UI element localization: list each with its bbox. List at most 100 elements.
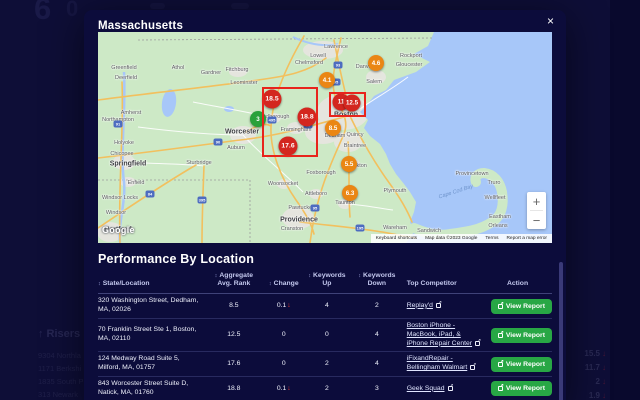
- cell-action: View Report: [486, 327, 552, 343]
- view-report-button[interactable]: View Report: [490, 327, 552, 343]
- view-report-label: View Report: [505, 385, 545, 393]
- column-label: State/Location: [102, 280, 150, 288]
- column-header[interactable]: ↕ State/Location: [98, 280, 207, 288]
- zoom-out-button[interactable]: −: [527, 211, 546, 229]
- route-shield-icon: 93: [333, 61, 343, 69]
- map-marker[interactable]: 4.1: [319, 72, 335, 88]
- map-town-label: Wareham: [383, 225, 407, 231]
- column-header[interactable]: ↕ Keywords Up: [307, 272, 350, 288]
- sort-icon[interactable]: ↕: [308, 273, 311, 279]
- map-town-label: Attleboro: [304, 191, 328, 197]
- map-marker[interactable]: 6.3: [342, 185, 358, 201]
- view-report-label: View Report: [505, 302, 545, 310]
- view-report-button[interactable]: View Report: [490, 356, 552, 372]
- sort-icon[interactable]: ↕: [269, 281, 272, 287]
- map-town-label: Eastham: [489, 214, 511, 220]
- external-link-icon: [497, 359, 504, 367]
- competitor-link[interactable]: Geek Squad: [407, 385, 445, 392]
- zoom-in-button[interactable]: +: [527, 192, 546, 210]
- cell-keywords-up: 2: [325, 359, 329, 367]
- table-row: 320 Washington Street, Dedham, MA, 02026…: [98, 294, 552, 319]
- close-icon[interactable]: ×: [547, 14, 554, 28]
- cell-change: 0.1↓: [264, 302, 307, 311]
- external-link-icon: [470, 362, 476, 371]
- change-down-arrow-icon: ↓: [287, 384, 291, 392]
- terms-link[interactable]: Terms: [485, 236, 498, 241]
- cell-keywords-down: 2: [374, 301, 379, 309]
- column-header[interactable]: ↕ Change: [264, 280, 307, 288]
- view-report-button[interactable]: View Report: [490, 381, 552, 397]
- sort-icon[interactable]: ↕: [98, 281, 101, 287]
- cell-location: 70 Franklin Street Ste 1, Boston, MA, 02…: [98, 326, 197, 343]
- cell-keywords-down: 3: [374, 384, 379, 392]
- sort-icon[interactable]: ↕: [215, 273, 218, 279]
- column-label: Keywords Down: [362, 272, 396, 288]
- route-shield-icon: 91: [113, 120, 123, 128]
- change-value: 0: [281, 359, 286, 367]
- cell-keywords-up: 0: [325, 330, 329, 338]
- map-town-label: Cranston: [280, 226, 304, 232]
- cell-action: View Report: [486, 298, 552, 314]
- keyboard-shortcuts-link[interactable]: Keyboard shortcuts: [376, 236, 417, 241]
- competitor-link[interactable]: iFixandRepair - Bellingham Walmart: [407, 355, 468, 371]
- map-town-label: Chelmsford: [294, 60, 324, 66]
- map-town-label: Woonsocket: [267, 181, 299, 187]
- map-town-label: Lowell: [310, 53, 326, 59]
- cluster-rect: [262, 87, 318, 157]
- table-row: 124 Medway Road Suite 5, Milford, MA, 01…: [98, 352, 552, 378]
- report-map-error-link[interactable]: Report a map error: [506, 236, 547, 241]
- cell-location: 320 Washington Street, Dedham, MA, 02026: [98, 297, 199, 314]
- modal-scrollbar[interactable]: [559, 262, 563, 400]
- map-town-label: Enfield: [127, 180, 145, 186]
- map-town-label: Quincy: [346, 132, 364, 138]
- column-label: Action: [506, 280, 529, 288]
- cell-top-competitor: iFixandRepair - Bellingham Walmart: [407, 355, 486, 373]
- external-link-icon: [497, 383, 504, 392]
- map-town-label: Lawrence: [324, 44, 348, 50]
- cell-location: 843 Worcester Street Suite D, Natick, MA…: [98, 380, 189, 396]
- change-value: 0: [281, 330, 286, 338]
- route-shield-icon: 395: [197, 196, 207, 204]
- cell-location: 124 Medway Road Suite 5, Milford, MA, 01…: [98, 355, 180, 372]
- cell-change: 0.1↓: [264, 385, 307, 394]
- map-town-label: Wellfleet: [484, 195, 506, 201]
- column-label: Aggregate Avg. Rank: [217, 272, 254, 288]
- cluster-rect: [329, 92, 366, 117]
- map-town-label: Chicopee: [110, 151, 134, 157]
- cell-top-competitor: Geek Squad: [407, 383, 486, 394]
- map[interactable]: Lowell Lawrence Chelmsford Fitchburg Gardner…: [98, 32, 552, 243]
- map-data-credit: Map data ©2023 Google: [425, 236, 478, 241]
- table-row: 843 Worcester Street Suite D, Natick, MA…: [98, 377, 552, 400]
- map-marker[interactable]: 4.6: [368, 55, 384, 71]
- modal-header: Massachusetts ×: [84, 10, 566, 32]
- column-header[interactable]: ↕ Keywords Down: [350, 272, 407, 288]
- map-town-label: Fitchburg: [225, 67, 249, 73]
- map-zoom-control: + −: [527, 192, 546, 229]
- map-town-label: Athol: [171, 65, 185, 71]
- competitor-link[interactable]: Replay'd: [407, 302, 433, 309]
- map-town-label: Plymouth: [383, 188, 407, 194]
- competitor-link[interactable]: Boston iPhone - MacBook, iPad, & iPhone …: [407, 322, 472, 347]
- route-shield-icon: 195: [355, 224, 365, 232]
- table-body: 320 Washington Street, Dedham, MA, 02026…: [98, 294, 552, 400]
- cell-change: 0: [264, 360, 307, 369]
- map-town-label: Worcester: [224, 128, 260, 136]
- column-header[interactable]: ↕ Aggregate Avg. Rank: [207, 272, 264, 288]
- map-town-label: Foxborough: [306, 170, 336, 176]
- cell-keywords-down: 4: [374, 359, 379, 367]
- cell-aggregate-rank: 12.5: [227, 330, 241, 338]
- view-report-button[interactable]: View Report: [490, 298, 552, 314]
- map-town-label: Deerfield: [114, 75, 138, 81]
- map-marker[interactable]: 8.5: [325, 120, 341, 136]
- external-link-icon: [447, 383, 453, 391]
- table-header: ↕ State/Location ↕ Aggregate Avg. Rank ↕ Chan…: [98, 269, 552, 295]
- map-town-label: Provincetown: [455, 171, 489, 177]
- sort-icon[interactable]: ↕: [358, 273, 361, 279]
- map-town-label: Amherst: [120, 110, 142, 116]
- map-marker[interactable]: 5.5: [341, 156, 357, 172]
- cell-aggregate-rank: 8.5: [229, 301, 239, 309]
- map-attribution: Keyboard shortcuts Map data ©2023 Google T…: [370, 234, 552, 243]
- map-town-label: Windsor Locks: [101, 195, 139, 201]
- cell-top-competitor: Replay'd: [407, 300, 486, 311]
- column-label: Change: [273, 280, 299, 288]
